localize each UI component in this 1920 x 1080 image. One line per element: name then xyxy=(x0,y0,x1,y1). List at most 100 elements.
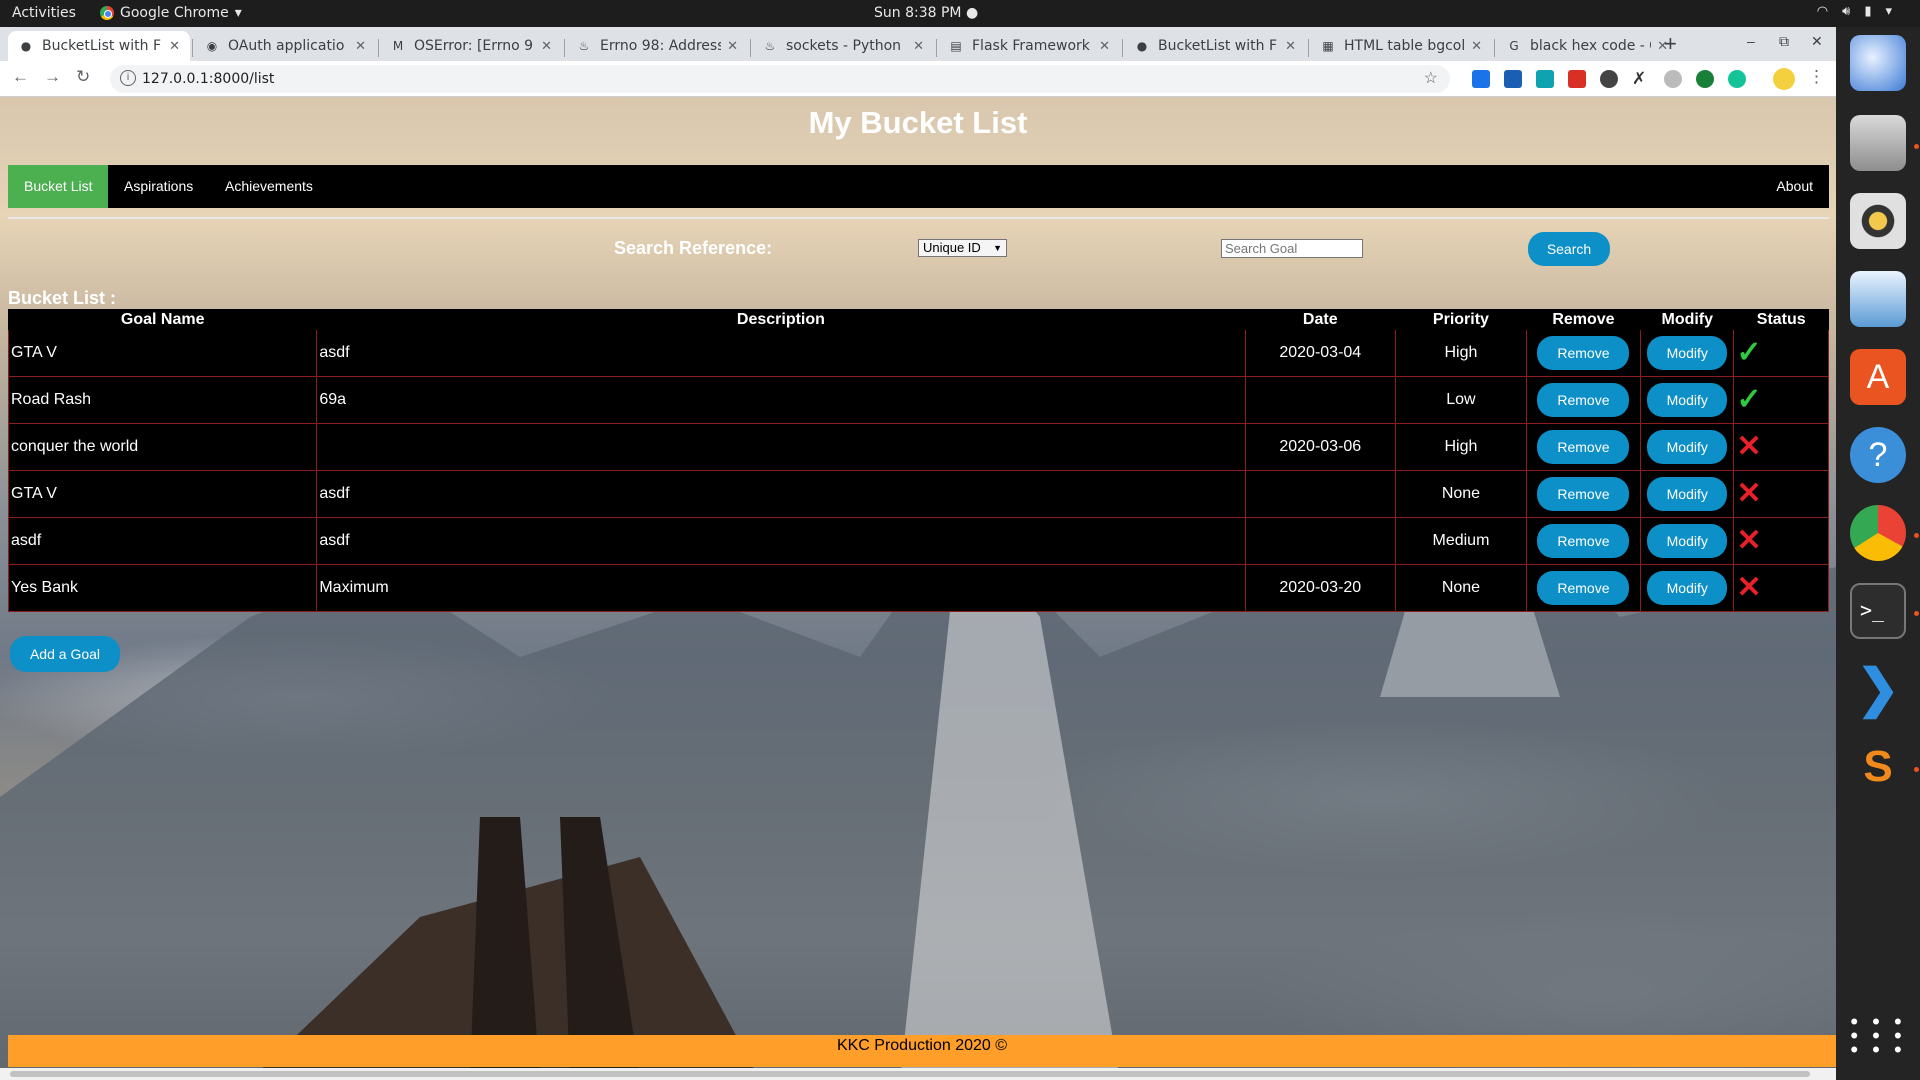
tab-close-icon[interactable]: ✕ xyxy=(1099,39,1110,54)
cell-remove: Remove xyxy=(1525,423,1642,471)
tab-close-icon[interactable]: ✕ xyxy=(727,39,738,54)
sublime-text-icon[interactable]: S xyxy=(1850,739,1906,795)
clock-text: Sun 8:38 PM xyxy=(874,5,962,21)
nav-about[interactable]: About xyxy=(1760,165,1829,208)
cross-icon: ✕ xyxy=(1736,430,1762,463)
remove-button[interactable]: Remove xyxy=(1537,477,1630,511)
cell-date xyxy=(1244,470,1397,518)
minimize-icon[interactable]: – xyxy=(1747,33,1755,49)
browser-tab[interactable]: ● BucketList with F ✕ xyxy=(8,31,190,61)
maximize-icon[interactable]: ⧉ xyxy=(1779,33,1789,50)
tab-close-icon[interactable]: ✕ xyxy=(913,39,924,54)
extension-icon[interactable] xyxy=(1664,70,1682,88)
running-indicator xyxy=(1914,144,1919,149)
cell-priority: Low xyxy=(1395,376,1527,424)
system-tray[interactable]: ◠ 🔊︎ ▮ ▾ xyxy=(1817,4,1892,19)
activities-button[interactable]: Activities xyxy=(12,5,76,21)
address-bar[interactable]: i 127.0.0.1:8000/list ☆ xyxy=(110,65,1450,93)
browser-tab[interactable]: ♨ sockets - Python | ✕ xyxy=(752,31,934,61)
modify-button[interactable]: Modify xyxy=(1647,477,1728,511)
tab-favicon-icon: ● xyxy=(1136,39,1148,53)
browser-tab[interactable]: ● BucketList with F ✕ xyxy=(1124,31,1306,61)
tab-favicon-icon: ◉ xyxy=(206,39,218,53)
extension-icon[interactable] xyxy=(1472,70,1490,88)
terminal-icon[interactable]: >_ xyxy=(1850,583,1906,639)
table-row: GTA Vasdf None Remove Modify ✕ xyxy=(7,470,1829,518)
search-goal-input[interactable]: Search Goal xyxy=(1221,239,1363,258)
tab-close-icon[interactable]: ✕ xyxy=(541,39,552,54)
add-goal-button[interactable]: Add a Goal xyxy=(10,636,120,672)
help-icon[interactable]: ? xyxy=(1850,427,1906,483)
select-value: Unique ID xyxy=(923,240,981,255)
info-icon[interactable]: i xyxy=(120,70,136,86)
remove-button[interactable]: Remove xyxy=(1537,571,1630,605)
modify-button[interactable]: Modify xyxy=(1647,383,1728,417)
horizontal-scrollbar[interactable] xyxy=(0,1068,1836,1080)
forward-icon[interactable]: → xyxy=(44,67,61,87)
tab-separator xyxy=(1308,39,1309,57)
extension-icon[interactable] xyxy=(1536,70,1554,88)
chrome-icon[interactable] xyxy=(1850,505,1906,561)
grammarly-icon[interactable] xyxy=(1728,70,1746,88)
search-button[interactable]: Search xyxy=(1528,232,1610,266)
remove-button[interactable]: Remove xyxy=(1537,430,1630,464)
extension-icon[interactable] xyxy=(1600,70,1618,88)
software-center-icon[interactable]: A xyxy=(1850,349,1906,405)
running-indicator xyxy=(1914,611,1919,616)
document-viewer-icon[interactable] xyxy=(1850,271,1906,327)
extension-icon[interactable] xyxy=(1568,70,1586,88)
profile-avatar[interactable] xyxy=(1773,68,1795,90)
page-footer: KKC Production 2020 © xyxy=(8,1035,1836,1067)
tab-title: Errno 98: Address xyxy=(600,38,722,54)
bookmark-star-icon[interactable]: ☆ xyxy=(1424,68,1438,88)
browser-tab[interactable]: Gblack hex code - G ✕ xyxy=(1496,31,1678,61)
cell-date: 2020-03-06 xyxy=(1244,423,1397,471)
browser-tab[interactable]: ◉ OAuth applicatio ✕ xyxy=(194,31,376,61)
browser-tab[interactable]: ▤ Flask Framework ✕ xyxy=(938,31,1120,61)
nav-aspirations[interactable]: Aspirations xyxy=(108,165,209,208)
tab-title: BucketList with F xyxy=(42,38,162,54)
nav-achievements[interactable]: Achievements xyxy=(209,165,329,208)
cell-status: ✓ xyxy=(1733,329,1829,377)
tab-close-icon[interactable]: ✕ xyxy=(355,39,366,54)
vscode-icon[interactable]: ❯ xyxy=(1850,661,1906,717)
page-title: My Bucket List xyxy=(808,105,1028,140)
nav-bucket-list[interactable]: Bucket List xyxy=(8,165,109,208)
scrollbar-thumb[interactable] xyxy=(10,1071,1810,1077)
tab-title: OSError: [Errno 9 xyxy=(414,38,534,54)
clock[interactable]: Sun 8:38 PM ● xyxy=(874,5,978,21)
table-header-row: Goal Name Description Date Priority Remo… xyxy=(7,309,1829,330)
tab-close-icon[interactable]: ✕ xyxy=(169,39,180,54)
remove-button[interactable]: Remove xyxy=(1537,336,1630,370)
modify-button[interactable]: Modify xyxy=(1647,571,1728,605)
menu-kebab-icon[interactable]: ⋮ xyxy=(1808,67,1825,87)
files-icon[interactable] xyxy=(1850,115,1906,171)
tab-separator xyxy=(192,39,193,57)
header-goal-name: Goal Name xyxy=(7,309,318,330)
new-tab-button[interactable]: + xyxy=(1664,31,1677,57)
close-window-icon[interactable]: ✕ xyxy=(1811,33,1823,50)
tab-close-icon[interactable]: ✕ xyxy=(1285,39,1296,54)
cell-modify: Modify xyxy=(1640,564,1735,612)
modify-button[interactable]: Modify xyxy=(1647,524,1728,558)
thunderbird-icon[interactable] xyxy=(1850,35,1906,91)
wifi-icon: ◠ xyxy=(1816,4,1829,19)
remove-button[interactable]: Remove xyxy=(1537,524,1630,558)
tab-close-icon[interactable]: ✕ xyxy=(1471,39,1482,54)
remove-button[interactable]: Remove xyxy=(1537,383,1630,417)
extension-x-icon[interactable]: ✗ xyxy=(1632,70,1650,88)
extension-icon[interactable] xyxy=(1504,70,1522,88)
reload-icon[interactable]: ↻ xyxy=(76,67,90,87)
browser-tab[interactable]: ♨ Errno 98: Address ✕ xyxy=(566,31,748,61)
browser-tab[interactable]: M OSError: [Errno 9 ✕ xyxy=(380,31,562,61)
rhythmbox-icon[interactable] xyxy=(1850,193,1906,249)
extension-icon[interactable] xyxy=(1696,70,1714,88)
app-menu[interactable]: Google Chrome ▾ xyxy=(100,5,242,21)
browser-tab[interactable]: ▦ HTML table bgcol ✕ xyxy=(1310,31,1492,61)
show-applications-icon[interactable]: • • • • • • • • • xyxy=(1850,1011,1906,1061)
search-reference-select[interactable]: Unique ID ▼ xyxy=(918,239,1007,257)
system-top-bar: Activities Google Chrome ▾ Sun 8:38 PM ●… xyxy=(0,0,1920,27)
back-icon[interactable]: ← xyxy=(12,67,29,87)
modify-button[interactable]: Modify xyxy=(1647,430,1728,464)
modify-button[interactable]: Modify xyxy=(1647,336,1728,370)
